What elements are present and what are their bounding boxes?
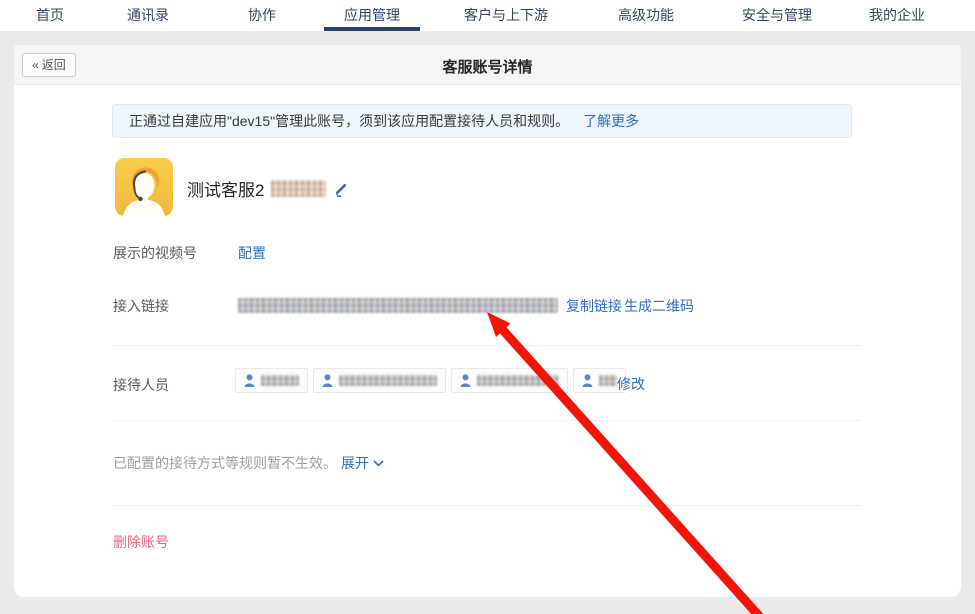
account-name: 测试客服2 bbox=[187, 176, 264, 201]
divider bbox=[113, 505, 861, 506]
avatar bbox=[115, 158, 173, 216]
nav-item-contacts[interactable]: 通讯录 bbox=[127, 0, 169, 31]
redacted-member-name bbox=[339, 375, 437, 386]
divider bbox=[113, 420, 861, 421]
page-title: 客服账号详情 bbox=[14, 56, 961, 77]
redacted-member-name bbox=[261, 375, 299, 386]
staff-tag bbox=[313, 368, 446, 393]
detail-card: « 返回 客服账号详情 正通过自建应用"dev15"管理此账号，须到该应用配置接… bbox=[14, 45, 961, 597]
info-banner: 正通过自建应用"dev15"管理此账号，须到该应用配置接待人员和规则。 了解更多 bbox=[112, 104, 852, 138]
redacted-member-name bbox=[477, 375, 559, 386]
nav-item-customers[interactable]: 客户与上下游 bbox=[464, 0, 548, 31]
redacted-access-url bbox=[238, 298, 558, 313]
staff-label: 接待人员 bbox=[113, 375, 169, 395]
nav-item-security[interactable]: 安全与管理 bbox=[742, 0, 812, 31]
generate-qrcode-button[interactable]: 生成二维码 bbox=[624, 296, 694, 316]
person-icon bbox=[460, 374, 471, 387]
customer-service-avatar-icon bbox=[115, 158, 173, 216]
nav-item-my-company[interactable]: 我的企业 bbox=[869, 0, 925, 31]
person-icon bbox=[244, 374, 255, 387]
redacted-name-suffix bbox=[271, 180, 326, 197]
configure-video-link[interactable]: 配置 bbox=[238, 243, 266, 263]
video-channel-label: 展示的视频号 bbox=[113, 243, 197, 263]
chevron-down-icon bbox=[373, 460, 384, 467]
expand-label: 展开 bbox=[341, 453, 369, 473]
person-icon bbox=[582, 374, 593, 387]
expand-rules-link[interactable]: 展开 bbox=[341, 453, 384, 473]
copy-link-button[interactable]: 复制链接 bbox=[566, 296, 622, 316]
top-navigation: 首页 通讯录 协作 应用管理 客户与上下游 高级功能 安全与管理 我的企业 bbox=[0, 0, 975, 31]
learn-more-link[interactable]: 了解更多 bbox=[583, 111, 639, 131]
staff-tag-list bbox=[235, 368, 626, 393]
edit-pencil-icon[interactable] bbox=[333, 181, 349, 197]
nav-item-collab[interactable]: 协作 bbox=[248, 0, 276, 31]
edit-staff-link[interactable]: 修改 bbox=[617, 374, 645, 394]
person-icon bbox=[322, 374, 333, 387]
rules-status-text: 已配置的接待方式等规则暂不生效。 bbox=[113, 453, 337, 473]
rules-row: 已配置的接待方式等规则暂不生效。 展开 bbox=[113, 453, 384, 473]
nav-item-app-management[interactable]: 应用管理 bbox=[344, 0, 400, 31]
divider bbox=[113, 345, 861, 346]
card-header: « 返回 客服账号详情 bbox=[14, 45, 961, 85]
access-link-label: 接入链接 bbox=[113, 296, 169, 316]
nav-item-home[interactable]: 首页 bbox=[36, 0, 64, 31]
nav-item-advanced[interactable]: 高级功能 bbox=[618, 0, 674, 31]
redacted-member-name bbox=[599, 375, 617, 386]
delete-account-link[interactable]: 删除账号 bbox=[113, 532, 169, 552]
staff-tag bbox=[235, 368, 308, 393]
info-banner-text: 正通过自建应用"dev15"管理此账号，须到该应用配置接待人员和规则。 bbox=[129, 111, 569, 131]
staff-tag bbox=[451, 368, 568, 393]
account-name-row: 测试客服2 bbox=[187, 176, 349, 201]
